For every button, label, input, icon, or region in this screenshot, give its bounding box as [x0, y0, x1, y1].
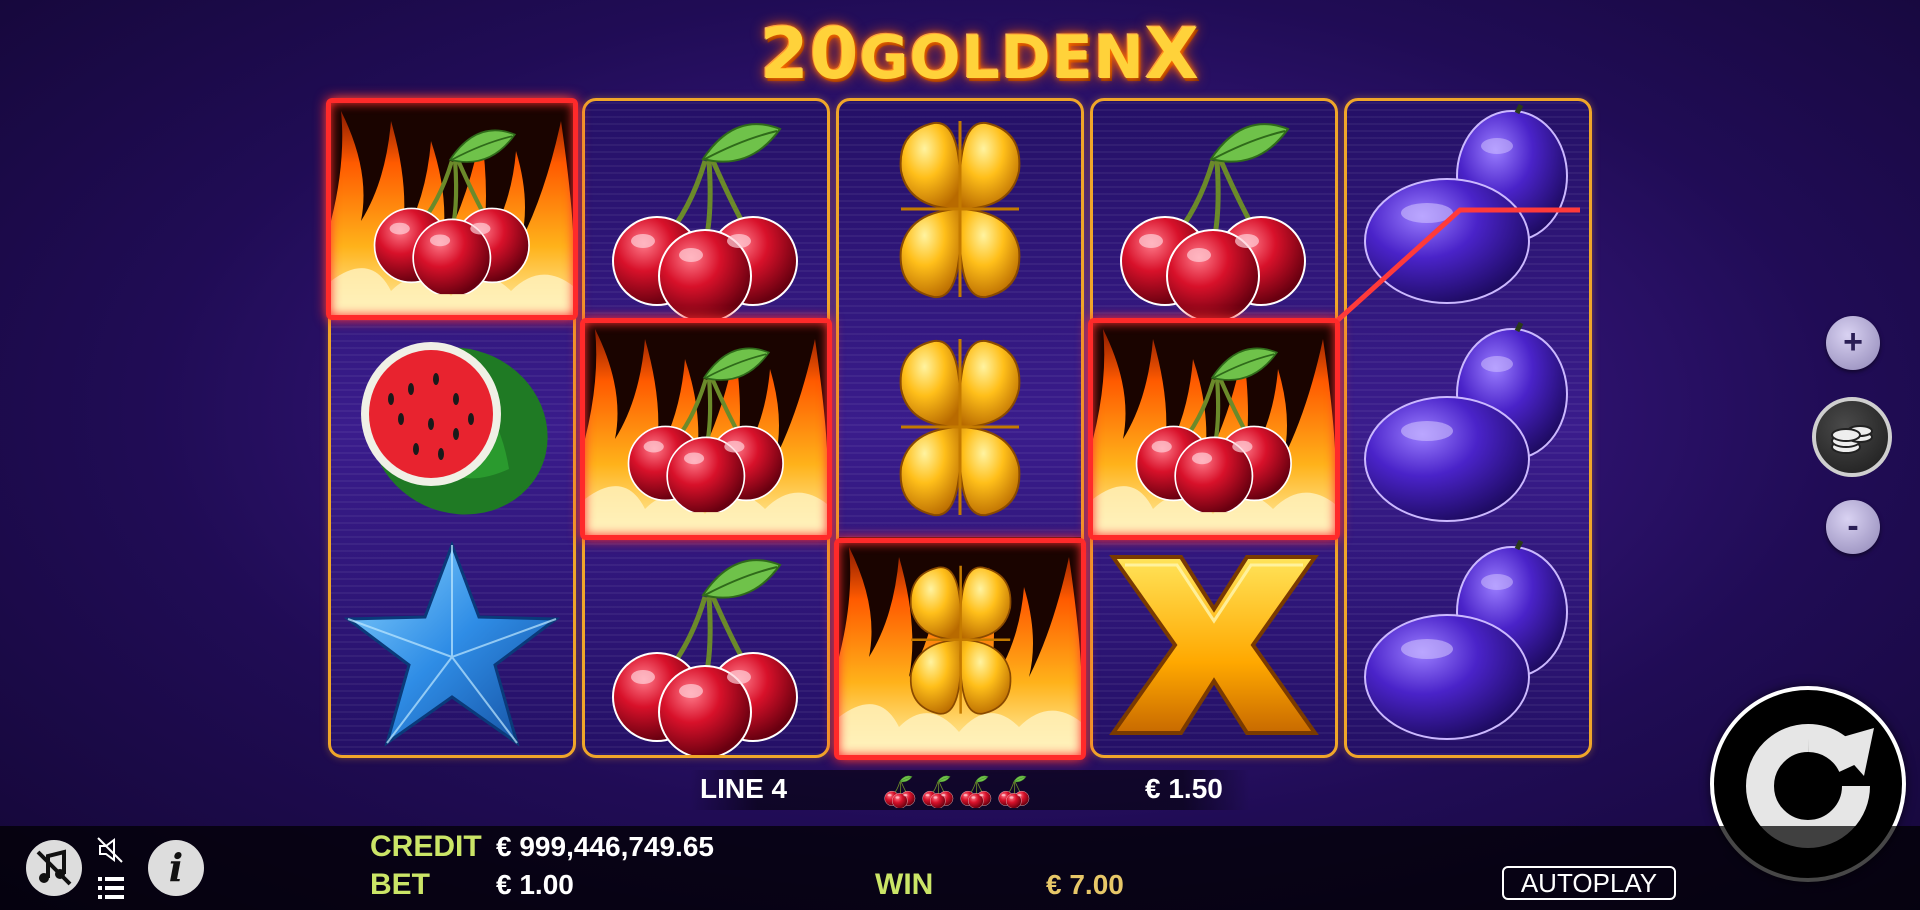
- logo-number: 20: [760, 13, 860, 95]
- cherry-icon: [585, 101, 827, 319]
- music-toggle-button[interactable]: [26, 840, 82, 896]
- cherry-icon: [994, 770, 1034, 810]
- cherry-icon: [918, 770, 958, 810]
- fire-cherry-icon: [1093, 319, 1335, 537]
- fire-golden-clover-icon: [839, 537, 1081, 755]
- reel-4-row-3-symbol: [1093, 537, 1335, 755]
- reel-3: [836, 98, 1084, 758]
- coins-icon: [1831, 425, 1873, 454]
- speaker-mute-icon: [97, 837, 123, 863]
- logo-x: X: [1144, 13, 1200, 95]
- fire-cherry-icon: [331, 101, 573, 319]
- watermelon-icon: [331, 319, 573, 537]
- win-value: € 7.00: [1046, 869, 1124, 900]
- cherry-icon: [585, 537, 827, 755]
- bet-increase-button[interactable]: +: [1826, 316, 1880, 370]
- win-label: WIN: [875, 868, 934, 901]
- reel-1-row-3-symbol: [331, 537, 573, 755]
- golden-x-icon: [1093, 537, 1335, 755]
- bet-settings-button[interactable]: [1812, 397, 1892, 477]
- cherry-icon: [956, 770, 996, 810]
- credit-label: CREDIT: [370, 830, 482, 863]
- win-line-symbols: [880, 770, 1032, 815]
- logo-word: GOLDEN: [859, 23, 1145, 93]
- reel-3-row-3-symbol: [839, 537, 1081, 755]
- cherry-icon: [1093, 101, 1335, 319]
- reel-5-row-1-symbol: [1347, 101, 1589, 319]
- plum-icon: [1347, 319, 1589, 537]
- info-button[interactable]: i: [148, 840, 204, 896]
- music-off-icon: [36, 849, 72, 886]
- reel-1: [328, 98, 576, 758]
- bet-value: € 1.00: [496, 869, 574, 900]
- reel-2-row-3-symbol: [585, 537, 827, 755]
- reel-5-row-3-symbol: [1347, 537, 1589, 755]
- blue-star-icon: [331, 537, 573, 755]
- golden-clover-icon: [839, 319, 1081, 537]
- reel-2-row-2-symbol: [585, 319, 827, 537]
- fire-cherry-icon: [585, 319, 827, 537]
- list-icon: [98, 877, 124, 899]
- reel-2-row-1-symbol: [585, 101, 827, 319]
- bet-label: BET: [370, 868, 430, 901]
- reel-5: [1344, 98, 1592, 758]
- plum-icon: [1347, 101, 1589, 319]
- game-logo: 20GOLDENX: [760, 13, 1199, 95]
- info-icon: i: [168, 845, 184, 890]
- reel-3-row-1-symbol: [839, 101, 1081, 319]
- reel-4-row-2-symbol: [1093, 319, 1335, 537]
- reel-4: [1090, 98, 1338, 758]
- reel-4-row-1-symbol: [1093, 101, 1335, 319]
- win-line-amount: € 1.50: [1145, 773, 1223, 804]
- golden-clover-icon: [839, 101, 1081, 319]
- bet-decrease-button[interactable]: -: [1826, 500, 1880, 554]
- reel-5-row-2-symbol: [1347, 319, 1589, 537]
- paytable-button[interactable]: [96, 874, 126, 902]
- reel-2: [582, 98, 830, 758]
- reel-1-row-1-symbol: [331, 101, 573, 319]
- reel-1-row-2-symbol: [331, 319, 573, 537]
- autoplay-button[interactable]: AUTOPLAY: [1502, 866, 1676, 900]
- plum-icon: [1347, 537, 1589, 755]
- credit-value: € 999,446,749.65: [496, 831, 714, 862]
- win-line-label: LINE 4: [700, 773, 788, 804]
- cherry-icon: [880, 770, 920, 810]
- reel-3-row-2-symbol: [839, 319, 1081, 537]
- sound-toggle-button[interactable]: [96, 836, 126, 864]
